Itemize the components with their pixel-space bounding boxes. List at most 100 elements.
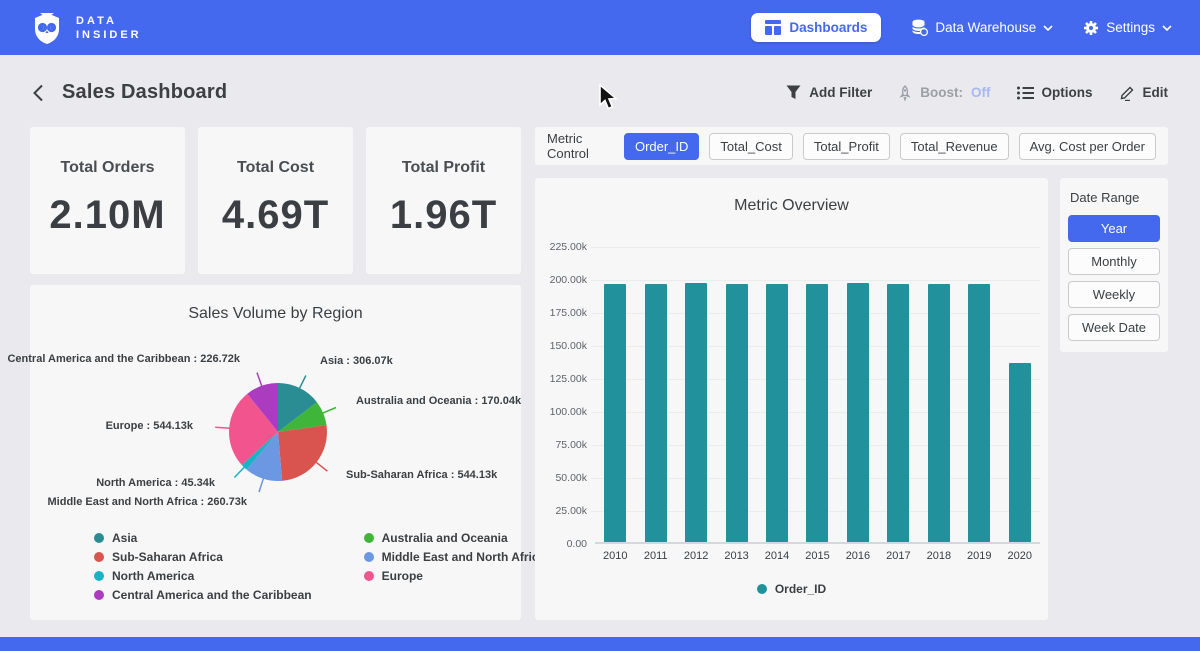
bar-2011[interactable] [645,284,667,542]
legend-label: Europe [382,569,423,583]
pie-legend-item-europe[interactable]: Europe [364,569,546,583]
pie-chart[interactable] [223,377,333,487]
pie-legend-item-asia[interactable]: Asia [94,531,312,545]
date-range-option-monthly[interactable]: Monthly [1068,248,1160,275]
pie-leader-line [322,408,336,414]
pie-callout-sub-saharan-africa: Sub-Saharan Africa : 544.13k [346,469,497,481]
bar-2010[interactable] [604,284,626,542]
list-icon [1017,86,1034,100]
x-axis-tick: 2014 [757,550,797,562]
pie-callout-europe: Europe : 544.13k [106,420,193,432]
dashboards-button[interactable]: Dashboards [751,13,881,42]
bar-chart-card: Metric Overview 225.00k200.00k175.00k150… [535,178,1048,620]
pie-slice-sub-saharan-africa[interactable] [278,425,327,481]
legend-dot [94,571,104,581]
x-axis-tick: 2013 [717,550,757,562]
y-axis-tick: 225.00k [539,241,587,253]
date-range-option-week-date[interactable]: Week Date [1068,314,1160,341]
settings-menu[interactable]: Settings [1083,20,1172,36]
bar-2016[interactable] [847,283,869,542]
kpi-label: Total Orders [61,159,155,177]
chevron-down-icon [1162,25,1172,31]
data-warehouse-menu[interactable]: Data Warehouse [911,19,1053,36]
kpi-card-total-orders: Total Orders 2.10M [30,127,185,274]
x-axis-tick: 2015 [797,550,837,562]
boost-toggle[interactable]: Boost: Off [898,85,990,101]
options-button[interactable]: Options [1017,85,1093,100]
pie-leader-line [234,467,244,478]
pie-callout-north-america: North America : 45.34k [96,477,215,489]
dashboards-label: Dashboards [789,20,867,35]
legend-dot [757,584,767,594]
gear-icon [1083,20,1099,36]
page-title: Sales Dashboard [62,81,227,104]
bar-2013[interactable] [726,284,748,542]
pie-legend-item-sub-saharan-africa[interactable]: Sub-Saharan Africa [94,550,312,564]
y-axis-tick: 75.00k [539,439,587,451]
bar-2012[interactable] [685,283,707,542]
bar-2019[interactable] [968,284,990,542]
kpi-value: 2.10M [49,193,165,238]
y-axis-tick: 200.00k [539,274,587,286]
date-range-panel: Date Range YearMonthlyWeeklyWeek Date [1060,178,1168,352]
bar-2020[interactable] [1009,363,1031,543]
metric-option-total-profit[interactable]: Total_Profit [803,133,890,160]
y-axis-tick: 175.00k [539,307,587,319]
chevron-left-icon [32,84,44,102]
bar-2014[interactable] [766,284,788,542]
bottom-bar [0,637,1200,651]
pie-chart-card: Sales Volume by Region Asia : 306.07kAus… [30,285,521,620]
x-axis-tick: 2012 [676,550,716,562]
pie-leader-line [257,373,262,387]
pie-callout-central-america-and-the-caribbean: Central America and the Caribbean : 226.… [7,353,240,365]
legend-dot [364,571,374,581]
pie-legend-item-middle-east-and-north-africa[interactable]: Middle East and North Africa [364,550,546,564]
back-button[interactable] [32,84,44,102]
x-axis-tick: 2010 [595,550,635,562]
boost-label: Boost: [920,85,963,100]
add-filter-button[interactable]: Add Filter [786,85,872,100]
kpi-label: Total Profit [402,159,485,177]
x-axis-tick: 2016 [838,550,878,562]
kpi-card-total-cost: Total Cost 4.69T [198,127,353,274]
pie-legend-item-australia-and-oceania[interactable]: Australia and Oceania [364,531,546,545]
date-range-buttons: Year Monthly Weekly Week Date [1068,215,1160,341]
bar-2017[interactable] [887,284,909,542]
pie-legend-item-north-america[interactable]: North America [94,569,312,583]
pie-legend-item-central-america-and-the-caribbean[interactable]: Central America and the Caribbean [94,588,312,602]
y-axis-tick: 150.00k [539,340,587,352]
date-range-option-year[interactable]: Year [1068,215,1160,242]
boost-state: Off [971,85,991,100]
bar-2018[interactable] [928,284,950,542]
data-warehouse-label: Data Warehouse [935,20,1036,35]
date-range-option-weekly[interactable]: Weekly [1068,281,1160,308]
metric-option-order-id[interactable]: Order_ID [624,133,699,160]
kpi-value: 1.96T [390,193,497,238]
y-axis-tick: 50.00k [539,472,587,484]
top-navbar: DATA INSIDER Dashboards Data Warehouse [0,0,1200,55]
bar-2015[interactable] [806,284,828,542]
metric-option-total-cost[interactable]: Total_Cost [709,133,792,160]
legend-label: Australia and Oceania [382,531,508,545]
filter-icon [786,85,801,100]
pie-callout-middle-east-and-north-africa: Middle East and North Africa : 260.73k [48,496,247,508]
pie-leader-line [299,376,306,390]
pie-chart-title: Sales Volume by Region [30,285,521,323]
bar-chart-title: Metric Overview [535,196,1048,216]
metric-option-total-revenue[interactable]: Total_Revenue [900,133,1009,160]
legend-dot [364,552,374,562]
brand-line1: DATA [76,14,142,28]
x-axis-tick: 2018 [919,550,959,562]
legend-label: Central America and the Caribbean [112,588,312,602]
bar-chart-plot[interactable]: 225.00k200.00k175.00k150.00k125.00k100.0… [595,247,1040,544]
y-axis-tick: 25.00k [539,505,587,517]
brand-line2: INSIDER [76,28,142,42]
y-axis-tick: 0.00 [539,538,587,550]
legend-label: Asia [112,531,137,545]
edit-button[interactable]: Edit [1119,85,1169,101]
metric-option-avg-cost-per-order[interactable]: Avg. Cost per Order [1019,133,1156,160]
dashboards-icon [765,20,781,35]
settings-label: Settings [1106,20,1155,35]
x-axis-tick: 2020 [1000,550,1040,562]
x-axis-tick: 2017 [878,550,918,562]
